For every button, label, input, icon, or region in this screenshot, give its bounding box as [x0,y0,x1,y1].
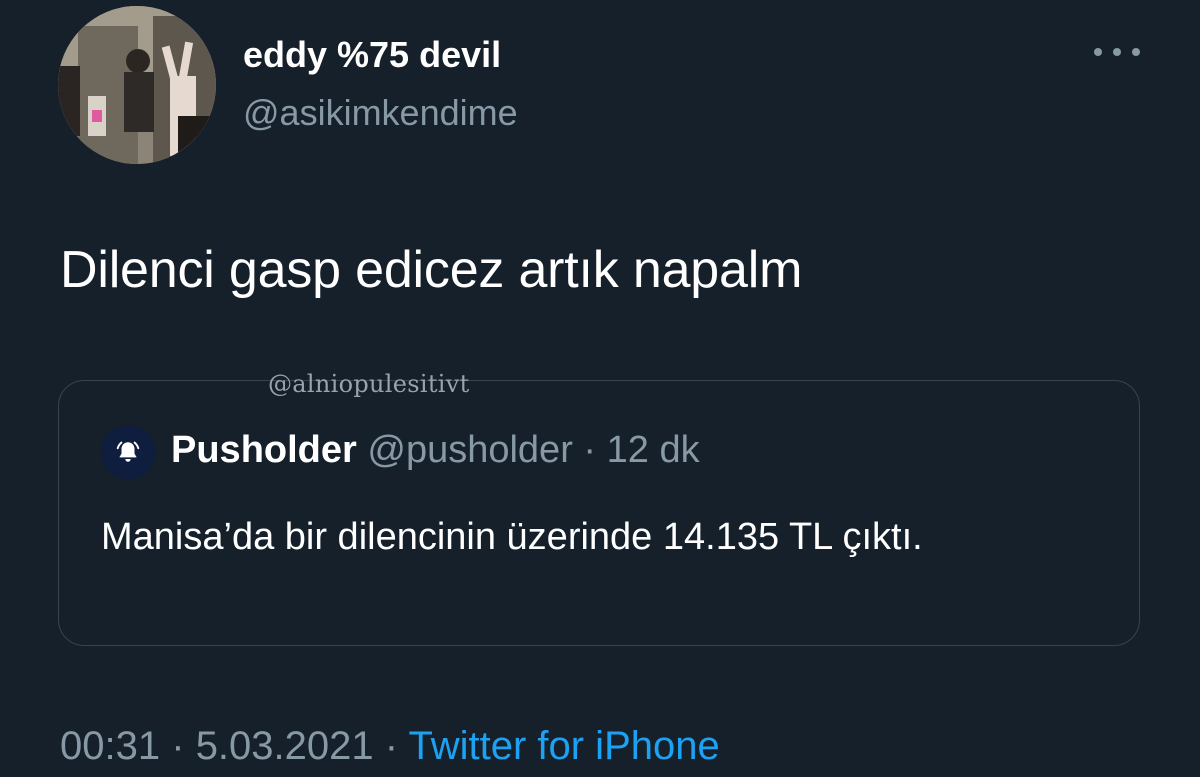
tweet-time[interactable]: 00:31 [60,724,160,768]
quoted-username[interactable]: @pusholder [367,429,572,471]
quoted-tweet-text: Manisa’da bir dilencinin üzerinde 14.135… [101,516,923,558]
separator: · [384,724,399,768]
separator: · [171,724,185,768]
bell-icon[interactable] [101,425,155,479]
tweet-detail: eddy %75 devil @asikimkendime Dilenci ga… [0,0,1200,777]
tweet-metadata: 00:31 · 5.03.2021 · Twitter for iPhone [60,724,720,769]
quoted-timestamp[interactable]: 12 dk [607,429,700,471]
separator: · [583,429,597,471]
username[interactable]: @asikimkendime [243,92,518,134]
more-dot [1113,48,1121,56]
more-horizontal-icon[interactable] [1094,44,1140,60]
tweet-source-link[interactable]: Twitter for iPhone [408,724,719,768]
quoted-tweet-header: Pusholder @pusholder · 12 dk [171,429,700,472]
more-dot [1132,48,1140,56]
quoted-display-name[interactable]: Pusholder [171,429,357,471]
avatar[interactable] [58,6,216,164]
more-dot [1094,48,1102,56]
watermark: @alniopulesitivt [268,370,470,398]
tweet-text: Dilenci gasp edicez artık napalm [60,241,803,299]
tweet-date[interactable]: 5.03.2021 [196,724,374,768]
quoted-tweet[interactable]: Pusholder @pusholder · 12 dk Manisa’da b… [58,380,1140,646]
display-name[interactable]: eddy %75 devil [243,34,501,76]
